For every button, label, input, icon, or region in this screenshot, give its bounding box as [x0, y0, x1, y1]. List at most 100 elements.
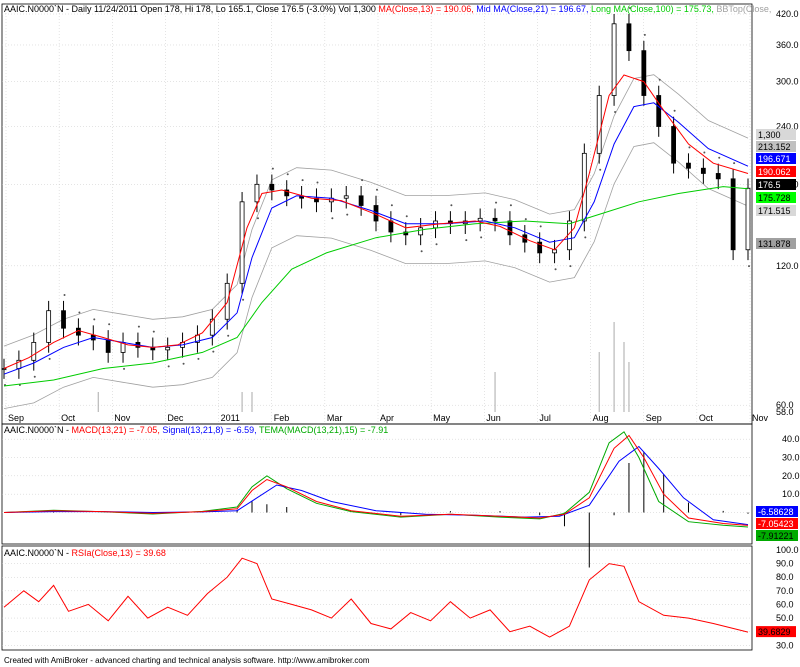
sar-dot	[733, 162, 736, 165]
x-axis-label: Oct	[699, 413, 714, 423]
sar-dot	[167, 365, 170, 368]
macd-axis-tick: 40.0	[782, 434, 800, 444]
candle-body	[745, 187, 751, 251]
sar-dot	[748, 265, 750, 268]
title-segment: AAIC.N0000`N -	[4, 425, 72, 435]
price-value-label: 176.5	[758, 180, 781, 190]
sar-dot	[48, 357, 51, 360]
sar-dot	[643, 33, 646, 36]
price-axis-tick: 360.0	[776, 40, 799, 50]
rsi-axis-tick: 80.0	[776, 572, 794, 582]
title-segment: Mid MA(Close,21) = 196.67,	[476, 4, 591, 14]
candle-body	[254, 183, 260, 203]
candle-body	[358, 195, 364, 206]
sar-dot	[569, 265, 572, 268]
candle-body	[418, 227, 424, 236]
price-axis-tick: 420.0	[776, 9, 799, 19]
macd-value-label: -7.05423	[758, 519, 794, 529]
price-value-label: 190.062	[758, 167, 791, 177]
title-segment: MACD(13,21) = -7.05,	[72, 425, 163, 435]
sar-dot	[33, 375, 36, 378]
candle-body	[656, 95, 662, 127]
price-value-label: 196.671	[758, 154, 791, 164]
x-axis-label: Dec	[167, 413, 184, 423]
rsi-axis-tick: 70.0	[776, 586, 794, 596]
rsi-panel-title: AAIC.N0000`N - RSIa(Close,13) = 39.68	[4, 548, 166, 558]
sar-dot	[93, 318, 96, 321]
sar-dot	[465, 239, 468, 242]
x-axis-label: Nov	[114, 413, 131, 423]
sar-dot	[703, 151, 706, 154]
sar-dot	[346, 213, 349, 216]
candle-body	[388, 220, 394, 233]
price-axis-tick: 58.0	[776, 407, 794, 417]
x-axis-label: Sep	[8, 413, 24, 423]
sar-dot	[301, 179, 304, 182]
sar-dot	[435, 243, 438, 246]
candle-body	[31, 341, 37, 361]
sar-dot	[495, 201, 498, 204]
sar-dot	[227, 334, 230, 337]
sar-dot	[480, 236, 483, 239]
price-panel-title: AAIC.N0000`N - Daily 11/24/2011 Open 178…	[4, 4, 771, 14]
x-axis-label: Jul	[539, 413, 551, 423]
chart-canvas[interactable]: 420.0360.0300.0240.0180.0120.060.058.0Se…	[0, 0, 800, 667]
sar-dot	[242, 298, 245, 301]
title-segment: RSIa(Close,13) = 39.68	[72, 548, 166, 558]
price-axis-tick: 300.0	[776, 77, 799, 87]
candle-body	[105, 339, 111, 353]
rsi-value-label: 39.6829	[758, 627, 791, 637]
x-axis-label: Feb	[274, 413, 290, 423]
candle-body	[686, 162, 691, 169]
title-segment: AAIC.N0000`N -	[4, 548, 72, 558]
sar-dot	[63, 293, 66, 296]
sar-dot	[450, 204, 453, 207]
x-axis-label: Sep	[646, 413, 662, 423]
sar-dot	[718, 156, 721, 159]
sar-dot	[673, 109, 676, 112]
sar-dot	[584, 236, 587, 239]
candle-body	[165, 346, 171, 351]
title-segment: BBTop(Close,	[716, 4, 771, 14]
candle-body	[343, 195, 349, 199]
candle-body	[46, 310, 52, 343]
price-value-label: 171.515	[758, 206, 791, 216]
sar-dot	[182, 362, 185, 365]
price-value-label: 131.878	[758, 239, 791, 249]
candle-body	[715, 173, 721, 180]
sar-dot	[256, 217, 259, 220]
sar-dot	[539, 225, 542, 228]
sar-dot	[599, 168, 602, 171]
amibroker-chart-window: 420.0360.0300.0240.0180.0120.060.058.0Se…	[0, 0, 800, 667]
sar-dot	[212, 350, 215, 353]
macd-value-label: -6.58628	[758, 507, 794, 517]
price-value-label: 175.728	[758, 193, 791, 203]
candle-body	[730, 178, 736, 251]
rsi-axis-tick: 100.0	[776, 545, 799, 555]
price-axis-tick: 120.0	[776, 261, 799, 271]
sar-dot	[509, 204, 512, 207]
sar-dot	[614, 110, 617, 113]
x-axis-label: Apr	[380, 413, 394, 423]
x-axis-label: 2011	[221, 413, 240, 423]
sar-dot	[286, 173, 289, 176]
candle-body	[477, 217, 483, 222]
candle-body	[671, 126, 676, 164]
title-segment: Signal(13,21,8) = -6.59,	[162, 425, 259, 435]
sar-dot	[554, 268, 557, 271]
sar-dot	[524, 218, 527, 221]
sar-dot	[390, 204, 393, 207]
rsi-axis-tick: 30.0	[776, 640, 794, 650]
x-axis-label: May	[433, 413, 451, 423]
sar-dot	[137, 325, 140, 328]
x-axis-label: Aug	[593, 413, 609, 423]
candle-body	[596, 95, 602, 154]
title-segment: AAIC.N0000`N - Daily 11/24/2011 Open 178…	[4, 4, 378, 14]
sar-dot	[361, 179, 364, 182]
sar-dot	[316, 181, 319, 184]
title-segment: Long MA(Close,100) = 175.73,	[591, 4, 716, 14]
macd-axis-tick: 30.0	[782, 453, 800, 463]
x-axis-label: Mar	[327, 413, 343, 423]
background	[0, 0, 800, 667]
price-value-label: 1,300	[758, 130, 781, 140]
